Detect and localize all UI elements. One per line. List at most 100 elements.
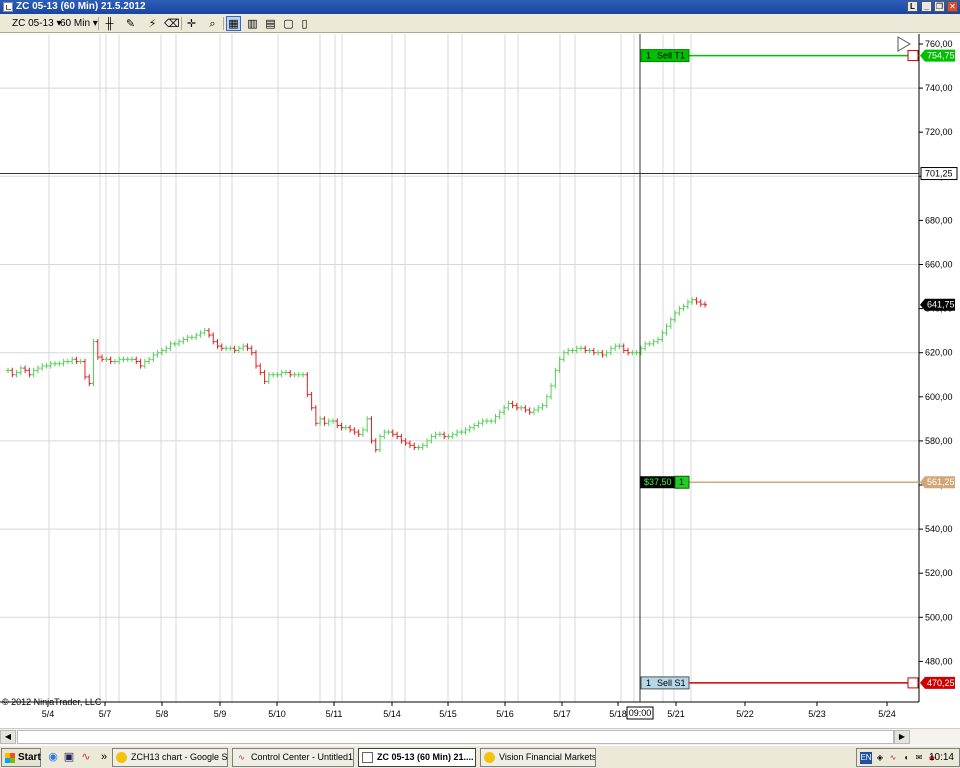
mail-icon[interactable]: ✉ [913, 752, 925, 764]
x-tick-label: 5/21 [667, 709, 685, 719]
chart-scroll-end-icon [897, 36, 911, 52]
price-bar [583, 345, 588, 354]
close-button[interactable]: ✕ [947, 1, 958, 12]
scroll-left-arrow-icon[interactable]: ◀ [0, 730, 16, 744]
price-bar [31, 367, 36, 378]
price-bar [232, 345, 237, 354]
price-bar [591, 347, 596, 356]
price-bar [6, 367, 10, 373]
price-bar [74, 356, 79, 365]
drawing-pencil-icon[interactable]: ✎ [123, 16, 138, 31]
chart-trader-icon[interactable]: ▦ [226, 16, 241, 31]
price-bar [356, 429, 361, 437]
task-vision-financial[interactable]: Vision Financial Markets ... [480, 748, 596, 767]
price-bar [206, 328, 211, 338]
ninjatrader-tray-icon[interactable]: ∿ [887, 752, 899, 764]
chart-horizontal-scrollbar[interactable]: ◀ ▶ [0, 728, 960, 745]
price-bar [245, 343, 250, 351]
price-bar [27, 367, 32, 378]
price-bar [493, 413, 498, 424]
scroll-right-arrow-icon[interactable]: ▶ [894, 730, 910, 744]
instrument-selector[interactable]: ZC 05-13 ▾ [12, 16, 62, 31]
ninjatrader-quicklaunch-icon[interactable]: ∿ [79, 750, 93, 764]
indicators-icon[interactable]: ▥ [245, 16, 260, 31]
target-order-qty: 1 [646, 51, 651, 61]
bar-type-icon[interactable]: ╫ [102, 16, 117, 31]
language-indicator-icon[interactable]: EN [860, 752, 872, 764]
price-bar [390, 429, 395, 437]
save-quicklaunch-icon[interactable]: ▣ [62, 750, 76, 764]
price-bar [403, 438, 408, 446]
price-bar [369, 416, 374, 444]
price-bar [14, 369, 19, 378]
network-icon[interactable]: ◈ [874, 752, 886, 764]
price-bar [664, 323, 669, 336]
magic-wand-icon[interactable]: ⚡ [145, 16, 160, 31]
price-bar [70, 356, 75, 365]
price-bar [643, 341, 648, 351]
restore-button[interactable]: ❐ [934, 1, 945, 12]
price-bar [412, 442, 417, 451]
price-bar [437, 431, 442, 437]
link-button[interactable]: L [907, 1, 918, 12]
price-bar [621, 343, 626, 354]
price-bar [638, 345, 643, 356]
windows-taskbar: Start ◉ ▣ ∿ » ZCH13 chart - Google Se...… [0, 745, 960, 768]
price-bar [613, 343, 618, 351]
task-label: Control Center - Untitled1 [251, 752, 354, 762]
properties-icon[interactable]: ▢ [281, 16, 296, 31]
price-bar [185, 334, 190, 343]
y-tick-label: 480,00 [925, 656, 953, 666]
task-zc-chart[interactable]: ZC 05-13 (60 Min) 21.... [358, 748, 476, 767]
scrollbar-thumb[interactable] [17, 730, 894, 744]
price-bar [360, 427, 365, 437]
window-title: ZC 05-13 (60 Min) 21.5.2012 [16, 1, 146, 12]
price-bar [442, 431, 447, 440]
strategies-icon[interactable]: ▤ [263, 16, 278, 31]
price-bar [283, 369, 288, 376]
eraser-icon[interactable]: ⌫ [163, 16, 180, 31]
price-bar [433, 431, 438, 440]
price-bar [527, 407, 532, 415]
price-chart[interactable]: 760,00740,00720,00700,00680,00660,00640,… [0, 34, 960, 728]
price-bar [608, 345, 613, 356]
crosshair-icon[interactable]: ✛ [184, 16, 199, 31]
price-bar [467, 425, 472, 433]
price-bar [343, 425, 348, 431]
price-bar [82, 358, 87, 380]
price-bar [142, 358, 147, 369]
volume-icon[interactable]: ◖ [900, 752, 912, 764]
price-bar [655, 336, 660, 345]
price-bar [224, 345, 229, 351]
x-tick-label: 5/15 [439, 709, 457, 719]
data-box-icon[interactable]: ▯ [297, 16, 312, 31]
price-bar [446, 433, 451, 440]
last-price-label: 641,75 [927, 300, 955, 310]
task-label: Vision Financial Markets ... [499, 752, 596, 762]
task-zch13-chrome[interactable]: ZCH13 chart - Google Se... [112, 748, 228, 767]
price-bar [121, 356, 126, 362]
zoom-icon[interactable]: ⌕ [205, 16, 220, 31]
price-bar [215, 339, 220, 349]
x-tick-label: 5/14 [383, 709, 401, 719]
minimize-button[interactable]: _ [921, 1, 932, 12]
price-bar [348, 425, 353, 433]
price-bar [108, 356, 113, 365]
price-bar [198, 330, 203, 338]
more-quicklaunch-icon[interactable]: » [97, 750, 111, 764]
chart-canvas[interactable]: 760,00740,00720,00700,00680,00660,00640,… [0, 34, 960, 728]
price-bar [531, 407, 536, 415]
price-bar [262, 369, 267, 385]
y-tick-label: 720,00 [925, 127, 953, 137]
x-tick-label: 5/18 [609, 709, 627, 719]
task-control-center[interactable]: ∿ Control Center - Untitled1 [232, 748, 354, 767]
price-bar [335, 418, 340, 429]
interval-selector[interactable]: 60 Min ▾ [60, 16, 98, 31]
chrome-quicklaunch-icon[interactable]: ◉ [46, 750, 60, 764]
y-tick-label: 620,00 [925, 348, 953, 358]
price-bar [365, 416, 370, 433]
start-button[interactable]: Start [1, 748, 41, 767]
price-bar [378, 433, 383, 453]
y-tick-label: 580,00 [925, 436, 953, 446]
price-bar [65, 358, 70, 365]
